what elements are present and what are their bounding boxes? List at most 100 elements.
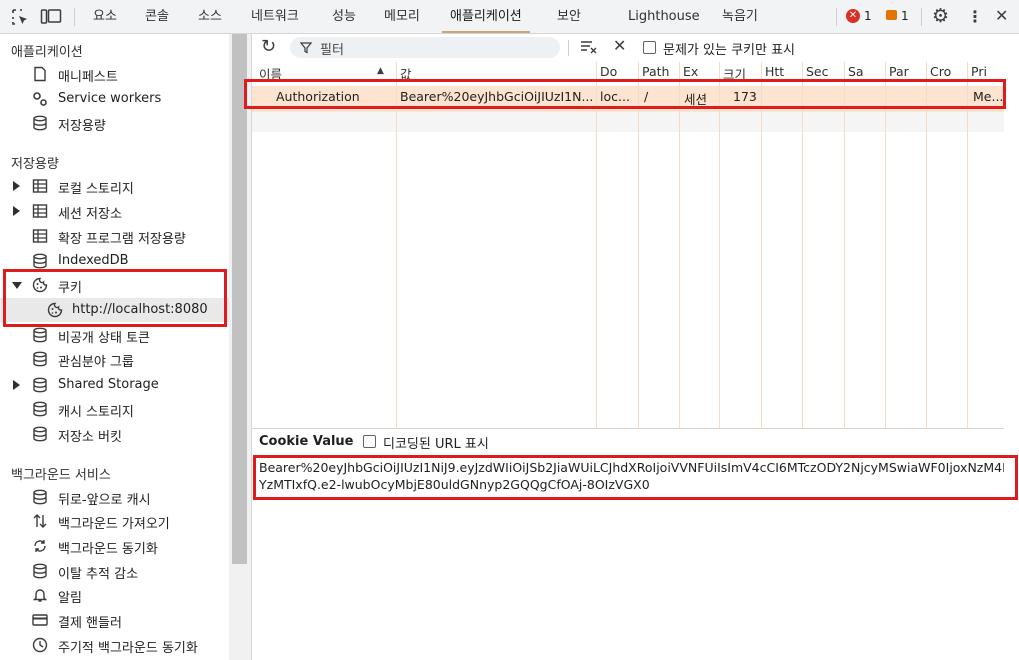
column-header-domain[interactable]: Do (600, 64, 636, 79)
tab-console[interactable]: 콘솔 (145, 0, 169, 33)
inspect-element-icon[interactable] (11, 8, 29, 26)
database-icon (33, 115, 47, 131)
close-icon[interactable]: ✕ (995, 6, 1008, 25)
refresh-icon[interactable]: ↻ (261, 36, 276, 57)
annotation-box-cookie-value (253, 455, 1018, 500)
expand-arrow-icon[interactable] (13, 181, 20, 191)
sidebar-item-payment-handler[interactable]: 결제 핸들러 (0, 608, 229, 632)
sidebar-item-bfcache[interactable]: 뒤로-앞으로 캐시 (0, 485, 229, 509)
message-count[interactable]: 1 (901, 9, 909, 23)
database-icon (33, 377, 47, 393)
more-options-icon[interactable]: ⋮ (967, 7, 983, 26)
expand-arrow-icon[interactable] (13, 380, 20, 390)
tab-memory[interactable]: 메모리 (384, 0, 420, 33)
column-divider (638, 62, 639, 428)
divider (921, 8, 922, 26)
sidebar-item-storage-buckets[interactable]: 저장소 버킷 (0, 422, 229, 446)
column-header-samesite[interactable]: Sa (848, 64, 883, 79)
bell-icon (32, 589, 48, 602)
column-divider (967, 62, 968, 428)
settings-gear-icon[interactable]: ⚙ (932, 5, 949, 27)
tab-lighthouse[interactable]: Lighthouse (628, 0, 700, 33)
column-header-cross-site[interactable]: Cro (930, 64, 965, 79)
sidebar-item-local-storage[interactable]: 로컬 스토리지 (0, 174, 229, 198)
sync-icon (34, 540, 46, 552)
section-application: 애플리케이션 (11, 45, 83, 60)
table-icon (32, 204, 48, 218)
database-icon (33, 351, 47, 367)
table-icon (32, 179, 48, 193)
filter-input[interactable]: 필터 (290, 37, 560, 58)
sidebar-item-manifest[interactable]: 매니페스트 (0, 62, 229, 86)
filter-funnel-icon (300, 42, 312, 54)
column-header-path[interactable]: Path (642, 64, 677, 79)
column-header-secure[interactable]: Sec (806, 64, 842, 79)
column-header-httponly[interactable]: Htt (765, 64, 800, 79)
sidebar-scrollbar-thumb[interactable] (232, 34, 247, 564)
column-divider (844, 62, 845, 428)
column-header-priority[interactable]: Pri (971, 64, 1003, 79)
clear-all-icon[interactable] (580, 39, 598, 55)
cookie-value-heading: Cookie Value (259, 434, 354, 449)
column-divider (719, 62, 720, 428)
section-storage: 저장용량 (11, 157, 59, 172)
delete-selected-icon[interactable]: ✕ (613, 36, 626, 55)
card-icon (32, 614, 48, 626)
column-header-expires[interactable]: Ex (683, 64, 717, 79)
message-icon[interactable] (886, 10, 897, 20)
sidebar-item-service-workers[interactable]: Service workers (0, 87, 229, 111)
divider (74, 8, 75, 26)
tab-performance[interactable]: 성능 (332, 0, 356, 33)
updown-arrows-icon (33, 514, 47, 528)
file-icon (34, 66, 46, 82)
database-icon (33, 563, 47, 579)
sidebar-item-storage[interactable]: 저장용량 (0, 111, 229, 135)
column-divider (596, 62, 597, 428)
database-icon (33, 401, 47, 417)
table-icon (32, 229, 48, 243)
column-header-partition-key[interactable]: Par (889, 64, 924, 79)
sidebar-item-periodic-sync[interactable]: 주기적 백그라운드 동기화 (0, 633, 229, 657)
table-empty-row (252, 112, 1004, 132)
annotation-box-cookies (3, 269, 227, 327)
only-issues-label: 문제가 있는 쿠키만 표시 (663, 43, 795, 58)
section-background-services: 백그라운드 서비스 (11, 468, 111, 483)
tab-elements[interactable]: 요소 (93, 0, 117, 33)
database-icon (33, 489, 47, 505)
column-divider (802, 62, 803, 428)
gears-icon (33, 92, 47, 106)
database-icon (33, 253, 47, 269)
sidebar-item-interest-groups[interactable]: 관심분야 그룹 (0, 347, 229, 371)
device-toolbar-icon[interactable] (40, 8, 62, 26)
divider (836, 8, 837, 26)
sidebar-item-cache-storage[interactable]: 캐시 스토리지 (0, 397, 229, 421)
tab-network[interactable]: 네트워크 (251, 0, 299, 33)
sidebar-item-bounce-tracking[interactable]: 이탈 추적 감소 (0, 559, 229, 583)
sidebar-item-background-sync[interactable]: 백그라운드 동기화 (0, 534, 229, 558)
expand-arrow-icon[interactable] (13, 206, 20, 216)
column-divider (926, 62, 927, 428)
show-decoded-url-checkbox[interactable] (363, 435, 376, 448)
sidebar-item-background-fetch[interactable]: 백그라운드 가져오기 (0, 509, 229, 533)
database-icon (33, 327, 47, 343)
tab-application[interactable]: 애플리케이션 (442, 0, 530, 33)
only-issues-checkbox[interactable] (643, 41, 656, 54)
column-divider (679, 62, 680, 428)
error-count[interactable]: 1 (864, 9, 872, 23)
error-icon[interactable]: ✕ (846, 9, 860, 23)
divider (568, 40, 569, 56)
sort-ascending-icon[interactable]: ▲ (377, 66, 384, 76)
column-divider (761, 62, 762, 428)
tab-recorder[interactable]: 녹음기 (722, 0, 758, 33)
database-icon (33, 426, 47, 442)
sidebar-item-extension-storage[interactable]: 확장 프로그램 저장용량 (0, 224, 229, 248)
tab-sources[interactable]: 소스 (198, 0, 222, 33)
tab-security[interactable]: 보안 (557, 0, 581, 33)
sidebar-item-notifications[interactable]: 알림 (0, 583, 229, 607)
sidebar-item-shared-storage[interactable]: Shared Storage (0, 373, 229, 397)
sidebar-item-session-storage[interactable]: 세션 저장소 (0, 199, 229, 223)
column-divider (885, 62, 886, 428)
column-divider (396, 62, 397, 428)
clock-icon (32, 637, 48, 653)
devtools-tab-bar: 요소 콘솔 소스 네트워크 성능 메모리 애플리케이션 보안 Lighthous… (0, 0, 1019, 34)
